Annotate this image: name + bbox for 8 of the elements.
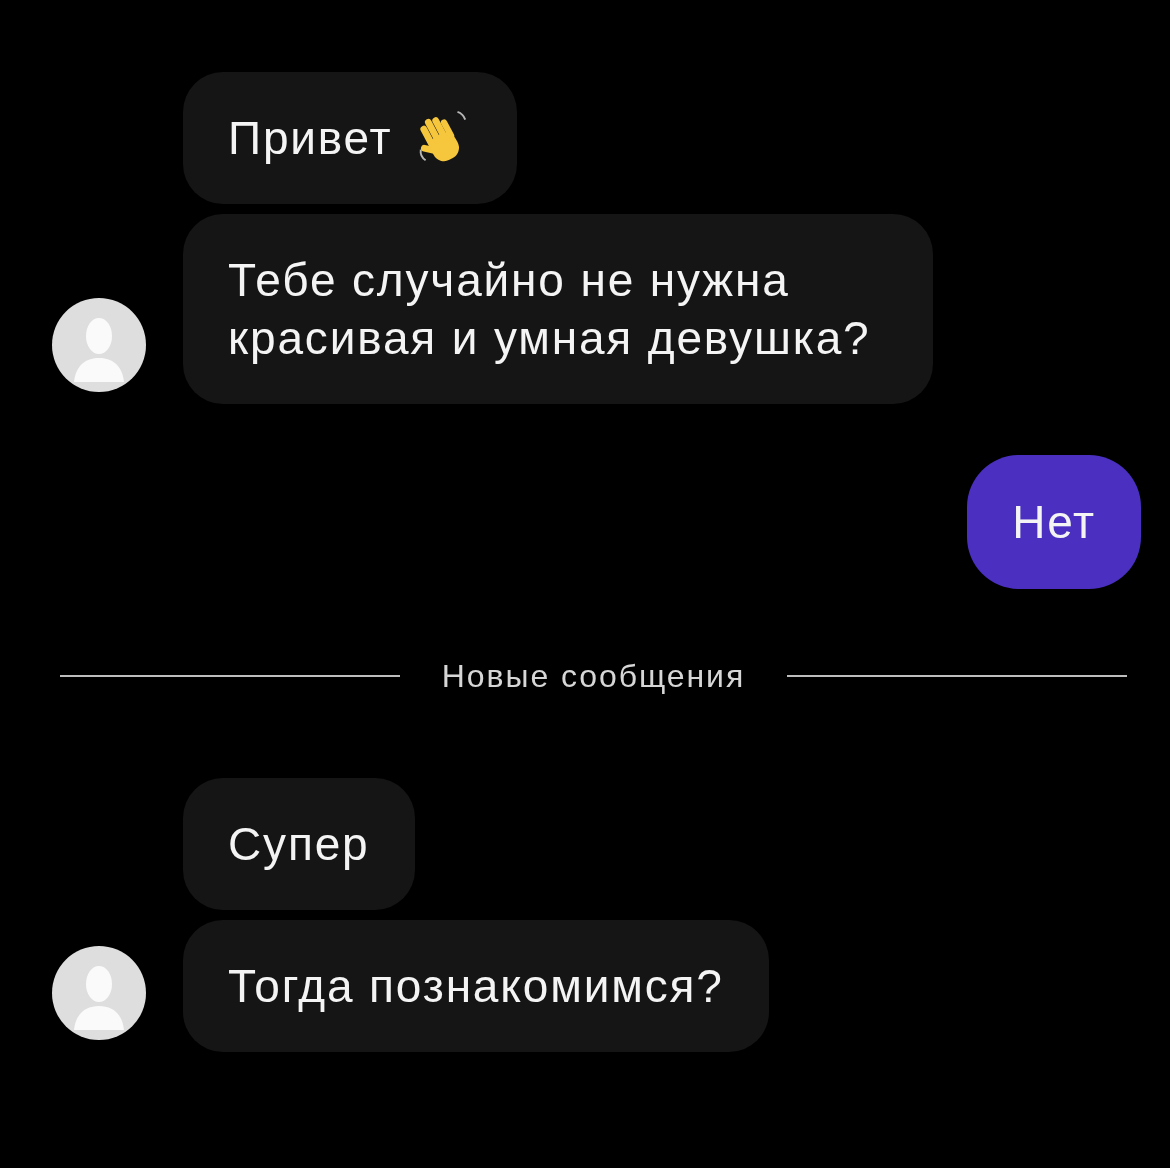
message-text: Привет (228, 111, 393, 166)
message-text: Супер (228, 817, 370, 872)
new-messages-label: Новые сообщения (441, 657, 746, 696)
message-text: Тебе случайно не нужна красивая и умная девушка? (228, 253, 872, 366)
message-text: Тогда познакомимся? (228, 959, 724, 1014)
avatar-icon (52, 946, 146, 1040)
message-text: Нет (1012, 495, 1096, 550)
avatar-icon (52, 298, 146, 392)
